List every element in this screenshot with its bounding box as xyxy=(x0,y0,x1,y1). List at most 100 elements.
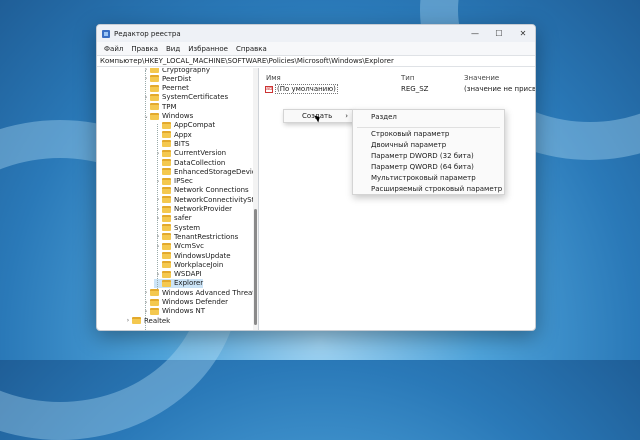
chevron-right-icon[interactable]: › xyxy=(154,271,162,278)
menu-file[interactable]: Файл xyxy=(100,45,127,53)
tree-node[interactable]: Network Connections xyxy=(154,186,249,195)
window-title: Редактор реестра xyxy=(114,29,181,38)
column-header-type[interactable]: Тип xyxy=(401,74,414,82)
chevron-right-icon[interactable]: › xyxy=(124,317,132,324)
value-name: (По умолчанию) xyxy=(275,84,338,94)
tree-node-label: Realtek xyxy=(144,316,171,325)
chevron-right-icon[interactable]: › xyxy=(154,150,162,157)
tree-node[interactable]: BITS xyxy=(154,139,190,148)
tree-node[interactable]: › PeerDist xyxy=(142,74,191,83)
submenu-item-expandable-string[interactable]: Расширяемый строковый параметр xyxy=(371,185,502,193)
chevron-right-icon[interactable]: › xyxy=(154,215,162,222)
tree-node[interactable]: Explorer xyxy=(154,278,204,288)
chevron-right-icon[interactable]: › xyxy=(142,289,150,296)
tree-node-label: DataCollection xyxy=(174,158,226,167)
column-header-name[interactable]: Имя xyxy=(266,74,281,82)
chevron-right-icon[interactable]: › xyxy=(142,299,150,306)
folder-icon xyxy=(150,75,159,83)
tree-node-label: WcmSvc xyxy=(174,242,205,251)
chevron-right-icon[interactable]: › xyxy=(142,75,150,82)
tree-node[interactable]: › SystemCertificates xyxy=(142,93,228,102)
tree-node[interactable]: › NetworkConnectivityStatusInc xyxy=(154,195,258,204)
chevron-right-icon[interactable]: › xyxy=(154,178,162,185)
tree-node[interactable]: WindowsUpdate xyxy=(154,251,231,260)
address-bar[interactable]: Компьютер\HKEY_LOCAL_MACHINE\SOFTWARE\Po… xyxy=(97,55,535,67)
chevron-right-icon[interactable]: › xyxy=(154,196,162,203)
chevron-right-icon[interactable]: › xyxy=(142,308,150,315)
value-type: REG_SZ xyxy=(401,85,429,93)
folder-icon xyxy=(162,270,171,278)
submenu-item-key[interactable]: Раздел xyxy=(371,113,397,121)
minimize-button[interactable]: — xyxy=(463,25,487,42)
menu-favorites[interactable]: Избранное xyxy=(184,45,232,53)
tree-node-label: WindowsUpdate xyxy=(174,251,231,260)
submenu-item-dword[interactable]: Параметр DWORD (32 бита) xyxy=(371,152,474,160)
chevron-right-icon[interactable]: › xyxy=(154,243,162,250)
tree-node[interactable]: › safer xyxy=(154,214,192,223)
chevron-down-icon[interactable]: ⌄ xyxy=(142,113,150,120)
submenu-item-qword[interactable]: Параметр QWORD (64 бита) xyxy=(371,163,474,171)
tree-node-label: WorkplaceJoin xyxy=(174,260,224,269)
submenu-item-multistring[interactable]: Мультистроковый параметр xyxy=(371,174,476,182)
tree-node[interactable]: WorkplaceJoin xyxy=(154,260,223,269)
chevron-right-icon[interactable]: › xyxy=(142,68,150,73)
tree-node[interactable]: AppCompat xyxy=(154,121,215,130)
tree-node[interactable]: DataCollection xyxy=(154,158,225,167)
folder-icon xyxy=(150,68,159,73)
tree-scrollbar-thumb[interactable] xyxy=(254,209,257,325)
folder-icon xyxy=(162,196,171,204)
tree-node-label: Windows Defender xyxy=(162,298,229,306)
tree-node-label: NetworkProvider xyxy=(174,205,233,213)
chevron-right-icon[interactable]: › xyxy=(154,233,162,240)
tree-node[interactable]: › TenantRestrictions xyxy=(154,232,238,241)
tree-node[interactable]: › IPSec xyxy=(154,177,193,186)
tree-node[interactable]: › NetworkProvider xyxy=(154,205,232,214)
values-list[interactable]: Имя Тип Значение ab (По умолчанию) REG_S… xyxy=(262,68,535,330)
menu-view[interactable]: Вид xyxy=(162,45,184,53)
tree-node[interactable]: › WcmSvc xyxy=(154,242,204,251)
close-button[interactable]: ✕ xyxy=(511,25,535,42)
tree-node[interactable]: System xyxy=(154,223,200,232)
folder-icon xyxy=(150,289,159,297)
tree-node-label: SystemCertificates xyxy=(162,93,229,102)
menu-help[interactable]: Справка xyxy=(232,45,271,53)
submenu-item-binary[interactable]: Двоичный параметр xyxy=(371,141,446,149)
tree-node[interactable]: Appx xyxy=(154,130,192,139)
folder-icon xyxy=(162,149,171,157)
tree-node[interactable]: › Windows Defender xyxy=(142,298,228,307)
submenu-item-string[interactable]: Строковый параметр xyxy=(371,130,449,138)
column-header-value[interactable]: Значение xyxy=(464,74,499,82)
tree-node[interactable]: EnhancedStorageDevices xyxy=(154,167,258,176)
folder-icon xyxy=(132,317,141,325)
tree-node[interactable]: Peernet xyxy=(142,84,189,93)
tree-node[interactable]: TPM xyxy=(142,102,177,111)
tree-node[interactable]: › CurrentVersion xyxy=(154,149,226,158)
folder-icon xyxy=(162,224,171,232)
tree-node-label: IPSec xyxy=(174,177,193,186)
chevron-right-icon[interactable]: › xyxy=(154,206,162,213)
tree-node-label: TPM xyxy=(162,102,177,111)
chevron-right-icon[interactable]: › xyxy=(142,94,150,101)
string-value-icon: ab xyxy=(265,85,273,93)
title-bar[interactable]: Редактор реестра — ☐ ✕ xyxy=(97,25,535,42)
folder-icon xyxy=(162,242,171,250)
folder-icon xyxy=(162,186,171,194)
folder-icon xyxy=(162,233,171,241)
tree-node[interactable]: › Windows NT xyxy=(142,307,205,316)
tree-node[interactable]: › Cryptography xyxy=(142,68,210,74)
tree-node-label: TenantRestrictions xyxy=(174,232,239,241)
tree-node[interactable]: › WSDAPI xyxy=(154,270,202,279)
tree-node-label: Explorer xyxy=(174,279,204,288)
tree-guide-line xyxy=(157,124,158,289)
maximize-button[interactable]: ☐ xyxy=(487,25,511,42)
registry-tree[interactable]: › Cryptography › PeerDist Peernet › SystemCert… xyxy=(97,68,259,330)
tree-node[interactable]: › Realtek xyxy=(124,316,170,325)
tree-node[interactable]: › Windows Advanced Threat Prote xyxy=(142,288,258,297)
value-row[interactable]: ab (По умолчанию) xyxy=(265,84,338,94)
menu-edit[interactable]: Правка xyxy=(127,45,162,53)
folder-icon xyxy=(162,252,171,259)
tree-node[interactable]: ⌄ Windows xyxy=(142,112,193,121)
folder-icon xyxy=(162,177,171,185)
tree-node-label: Appx xyxy=(174,130,192,139)
folder-icon xyxy=(150,112,159,120)
